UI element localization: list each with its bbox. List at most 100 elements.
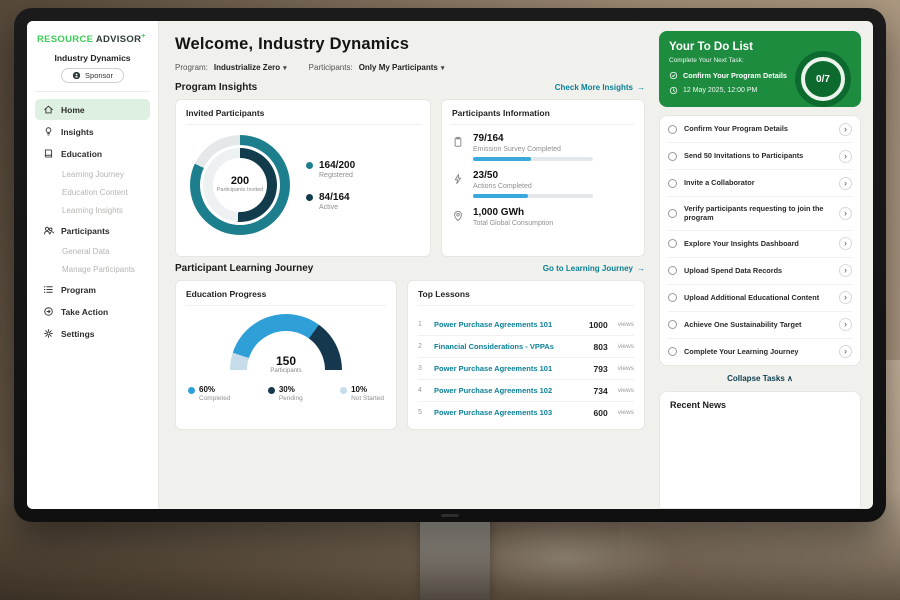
task-checkbox[interactable] <box>668 125 677 134</box>
chevron-right-icon[interactable]: › <box>839 264 852 277</box>
lesson-views-count: 793 <box>594 364 608 374</box>
sidebar-item-education-content[interactable]: Education Content <box>35 183 150 201</box>
sponsor-badge[interactable]: Sponsor <box>61 68 124 83</box>
chevron-right-icon[interactable]: › <box>839 345 852 358</box>
task-checkbox[interactable] <box>668 209 677 218</box>
sidebar: RESOURCE ADVISOR+ Industry Dynamics Spon… <box>27 21 159 509</box>
todo-task[interactable]: Invite a Collaborator › <box>668 170 852 197</box>
legend-value: 30% <box>279 385 303 394</box>
chevron-right-icon[interactable]: › <box>839 237 852 250</box>
task-checkbox[interactable] <box>668 152 677 161</box>
education-gauge-chart: 150 Participants <box>230 314 342 370</box>
todo-task[interactable]: Upload Additional Educational Content › <box>668 285 852 312</box>
invited-total: 200 <box>231 175 249 187</box>
todo-task[interactable]: Verify participants requesting to join t… <box>668 197 852 231</box>
stat-value: 23/50 <box>473 170 593 181</box>
sidebar-item-education[interactable]: Education <box>35 143 150 164</box>
lesson-row: 2 Financial Considerations - VPPAs 803 v… <box>418 336 634 358</box>
legend-label: Registered <box>319 172 355 179</box>
location-pin-icon <box>452 207 465 231</box>
stat-emission-survey: 79/164 Emission Survey Completed <box>452 133 634 161</box>
sidebar-item-learning-journey[interactable]: Learning Journey <box>35 165 150 183</box>
lesson-link[interactable]: Financial Considerations - VPPAs <box>434 342 586 351</box>
todo-task[interactable]: Confirm Your Program Details › <box>668 116 852 143</box>
task-label: Complete Your Learning Journey <box>684 347 832 357</box>
lesson-views-word: views <box>618 387 634 394</box>
legend-dot <box>306 194 313 201</box>
lesson-row: 5 Power Purchase Agreements 103 600 view… <box>418 402 634 423</box>
stat-label: Actions Completed <box>473 183 593 190</box>
learning-journey-header: Participant Learning Journey Go to Learn… <box>175 263 645 274</box>
collapse-tasks-link[interactable]: Collapse Tasks ∧ <box>659 366 861 389</box>
app-logo: RESOURCE ADVISOR+ <box>35 31 150 53</box>
education-progress-card: Education Progress 150 Participants <box>175 280 397 430</box>
todo-task[interactable]: Complete Your Learning Journey › <box>668 339 852 365</box>
participants-filter-label: Participants: <box>309 63 353 72</box>
task-checkbox[interactable] <box>668 266 677 275</box>
lesson-link[interactable]: Power Purchase Agreements 103 <box>434 408 586 417</box>
chevron-right-icon[interactable]: › <box>839 123 852 136</box>
main-content: Welcome, Industry Dynamics Program: Indu… <box>159 21 657 509</box>
task-label: Verify participants requesting to join t… <box>684 204 832 224</box>
lesson-link[interactable]: Power Purchase Agreements 102 <box>434 386 586 395</box>
task-checkbox[interactable] <box>668 293 677 302</box>
gauge-label: Participants <box>230 368 342 374</box>
lesson-views-count: 803 <box>594 342 608 352</box>
sidebar-item-learning-insights[interactable]: Learning Insights <box>35 201 150 219</box>
sidebar-item-take-action[interactable]: Take Action <box>35 301 150 322</box>
todo-task[interactable]: Explore Your Insights Dashboard › <box>668 231 852 258</box>
section-title: Participant Learning Journey <box>175 263 313 274</box>
stat-consumption: 1,000 GWh Total Global Consumption <box>452 207 634 231</box>
sidebar-item-manage-participants[interactable]: Manage Participants <box>35 260 150 278</box>
sidebar-item-general-data[interactable]: General Data <box>35 242 150 260</box>
lesson-views-count: 600 <box>594 408 608 418</box>
sidebar-item-participants[interactable]: Participants <box>35 220 150 241</box>
lesson-views-word: views <box>618 365 634 372</box>
lesson-views-count: 734 <box>594 386 608 396</box>
sidebar-item-settings[interactable]: Settings <box>35 323 150 344</box>
task-label: Achieve One Sustainability Target <box>684 320 832 330</box>
sidebar-item-program[interactable]: Program <box>35 279 150 300</box>
task-checkbox[interactable] <box>668 320 677 329</box>
survey-progress-bar <box>473 157 593 161</box>
gear-icon <box>43 328 54 339</box>
legend-completed: 60% Completed <box>188 385 230 402</box>
chevron-right-icon[interactable]: › <box>839 177 852 190</box>
legend-dot <box>268 387 275 394</box>
lightning-icon <box>452 170 465 198</box>
lesson-link[interactable]: Power Purchase Agreements 101 <box>434 320 581 329</box>
task-label: Confirm Your Program Details <box>684 124 832 134</box>
task-label: Send 50 Invitations to Participants <box>684 151 832 161</box>
task-checkbox[interactable] <box>668 239 677 248</box>
chevron-right-icon[interactable]: › <box>839 150 852 163</box>
chevron-right-icon[interactable]: › <box>839 318 852 331</box>
todo-task[interactable]: Upload Spend Data Records › <box>668 258 852 285</box>
participants-select[interactable]: Only My Participants ▾ <box>359 63 445 72</box>
program-select[interactable]: Industrialize Zero ▾ <box>214 63 287 72</box>
task-checkbox[interactable] <box>668 179 677 188</box>
chevron-right-icon[interactable]: › <box>839 207 852 220</box>
lightbulb-icon <box>43 126 54 137</box>
card-title: Education Progress <box>186 289 386 306</box>
go-to-learning-journey-link[interactable]: Go to Learning Journey → <box>543 264 645 273</box>
desk-background: RESOURCE ADVISOR+ Industry Dynamics Spon… <box>0 0 900 600</box>
legend-value: 164/200 <box>319 160 355 171</box>
sidebar-item-home[interactable]: Home <box>35 99 150 120</box>
task-checkbox[interactable] <box>668 347 677 356</box>
org-name: Industry Dynamics <box>35 53 150 63</box>
lesson-link[interactable]: Power Purchase Agreements 101 <box>434 364 586 373</box>
lesson-views-count: 1000 <box>589 320 608 330</box>
card-title: Invited Participants <box>186 108 420 125</box>
todo-next-task[interactable]: Confirm Your Program Details <box>669 71 801 80</box>
todo-task[interactable]: Send 50 Invitations to Participants › <box>668 143 852 170</box>
task-label: Upload Spend Data Records <box>684 266 832 276</box>
chevron-right-icon[interactable]: › <box>839 291 852 304</box>
todo-summary-card: Your To Do List Complete Your Next Task:… <box>659 31 861 107</box>
task-label: Upload Additional Educational Content <box>684 293 832 303</box>
todo-task[interactable]: Achieve One Sustainability Target › <box>668 312 852 339</box>
sidebar-item-insights[interactable]: Insights <box>35 121 150 142</box>
chevron-up-icon: ∧ <box>787 374 793 383</box>
check-more-insights-link[interactable]: Check More Insights → <box>555 83 645 92</box>
stat-value: 79/164 <box>473 133 593 144</box>
clipboard-icon <box>452 133 465 161</box>
